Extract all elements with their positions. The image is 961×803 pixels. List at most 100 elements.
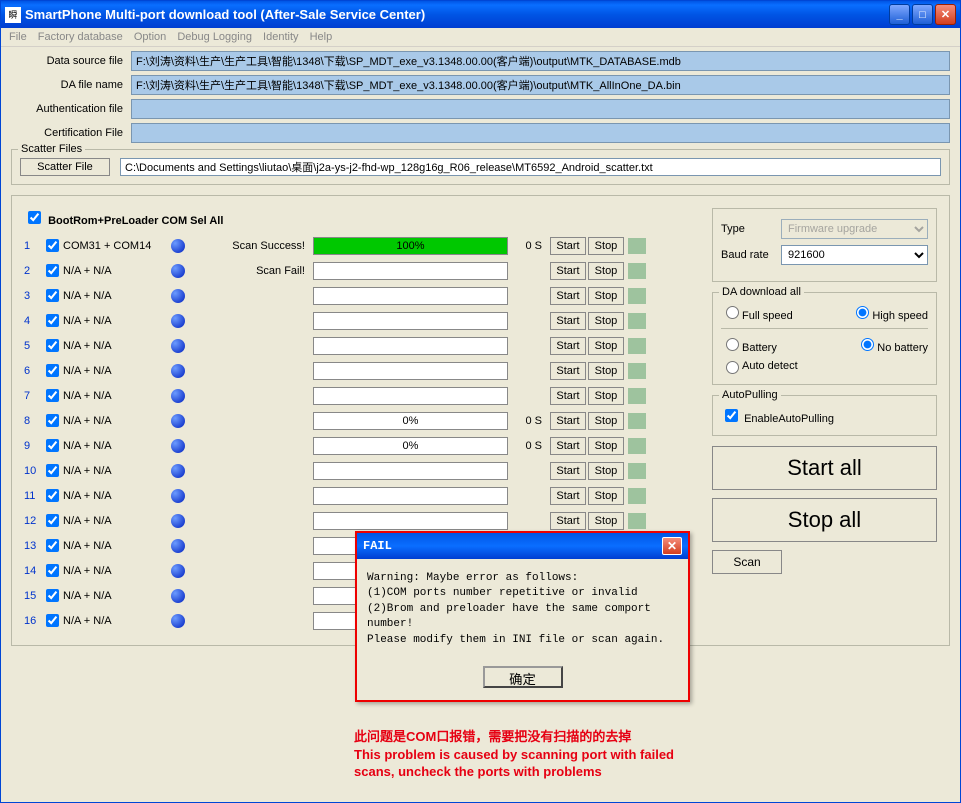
port-start-button[interactable]: Start xyxy=(550,312,586,330)
status-dot-icon xyxy=(171,614,185,628)
port-checkbox[interactable] xyxy=(46,489,59,502)
minimize-button[interactable]: _ xyxy=(889,4,910,25)
port-tail-indicator xyxy=(628,413,646,429)
port-number: 1 xyxy=(24,240,42,252)
no-battery-radio[interactable]: No battery xyxy=(856,335,928,354)
port-start-button[interactable]: Start xyxy=(550,437,586,455)
port-checkbox[interactable] xyxy=(46,289,59,302)
enable-autopulling-checkbox[interactable]: EnableAutoPulling xyxy=(721,413,834,425)
full-speed-radio[interactable]: Full speed xyxy=(721,303,793,322)
auto-detect-radio[interactable]: Auto detect xyxy=(721,358,798,374)
port-start-button[interactable]: Start xyxy=(550,512,586,530)
port-name: N/A + N/A xyxy=(63,465,171,477)
port-start-button[interactable]: Start xyxy=(550,412,586,430)
close-button[interactable]: ✕ xyxy=(935,4,956,25)
da-file-input[interactable] xyxy=(131,75,950,95)
port-start-button[interactable]: Start xyxy=(550,462,586,480)
baud-select[interactable]: 921600 xyxy=(781,245,928,265)
port-checkbox[interactable] xyxy=(46,239,59,252)
menu-option[interactable]: Option xyxy=(134,31,166,43)
port-checkbox[interactable] xyxy=(46,364,59,377)
menu-debug-logging[interactable]: Debug Logging xyxy=(177,31,252,43)
port-stop-button[interactable]: Stop xyxy=(588,387,624,405)
port-stop-button[interactable]: Stop xyxy=(588,312,624,330)
status-dot-icon xyxy=(171,389,185,403)
port-row: 1 COM31 + COM14 Scan Success! 100% 0 S S… xyxy=(24,233,702,258)
port-checkbox[interactable] xyxy=(46,464,59,477)
dialog-line-3: (2)Brom and preloader have the same comp… xyxy=(367,602,678,633)
menu-help[interactable]: Help xyxy=(310,31,333,43)
port-row: 12 N/A + N/A Start Stop xyxy=(24,508,702,533)
port-number: 12 xyxy=(24,515,42,527)
port-stop-button[interactable]: Stop xyxy=(588,487,624,505)
port-stop-button[interactable]: Stop xyxy=(588,462,624,480)
port-stop-button[interactable]: Stop xyxy=(588,412,624,430)
scan-result-label: Scan Fail! xyxy=(215,265,313,277)
port-row: 7 N/A + N/A Start Stop xyxy=(24,383,702,408)
dialog-close-button[interactable]: ✕ xyxy=(662,537,682,555)
port-checkbox[interactable] xyxy=(46,614,59,627)
progress-text: 0% xyxy=(314,438,507,454)
annotation-text: 此问题是COM口报错，需要把没有扫描的的去掉 This problem is c… xyxy=(354,728,674,781)
port-stop-button[interactable]: Stop xyxy=(588,437,624,455)
port-name: N/A + N/A xyxy=(63,590,171,602)
menu-file[interactable]: File xyxy=(9,31,27,43)
port-number: 3 xyxy=(24,290,42,302)
da-download-group: DA download all Full speed High speed Ba… xyxy=(712,292,937,385)
battery-radio[interactable]: Battery xyxy=(721,335,777,354)
port-stop-button[interactable]: Stop xyxy=(588,287,624,305)
port-start-button[interactable]: Start xyxy=(550,287,586,305)
port-name: N/A + N/A xyxy=(63,265,171,277)
port-stop-button[interactable]: Stop xyxy=(588,362,624,380)
port-start-button[interactable]: Start xyxy=(550,362,586,380)
port-start-button[interactable]: Start xyxy=(550,387,586,405)
scatter-file-button[interactable]: Scatter File xyxy=(20,158,110,176)
port-checkbox[interactable] xyxy=(46,389,59,402)
progress-bar: 0% xyxy=(313,412,508,430)
dialog-ok-button[interactable]: 确定 xyxy=(483,666,563,688)
scan-button[interactable]: Scan xyxy=(712,550,782,574)
status-dot-icon xyxy=(171,289,185,303)
scan-result-label: Scan Success! xyxy=(215,240,313,252)
port-name: N/A + N/A xyxy=(63,540,171,552)
progress-text xyxy=(314,388,507,404)
port-start-button[interactable]: Start xyxy=(550,337,586,355)
scatter-file-input[interactable] xyxy=(120,158,941,176)
progress-bar: 0% xyxy=(313,437,508,455)
stop-all-button[interactable]: Stop all xyxy=(712,498,937,542)
port-checkbox[interactable] xyxy=(46,414,59,427)
port-checkbox[interactable] xyxy=(46,539,59,552)
elapsed-time: 0 S xyxy=(508,440,548,452)
port-stop-button[interactable]: Stop xyxy=(588,262,624,280)
port-checkbox[interactable] xyxy=(46,339,59,352)
titlebar: 瞬 SmartPhone Multi-port download tool (A… xyxy=(1,1,960,28)
port-checkbox[interactable] xyxy=(46,314,59,327)
port-stop-button[interactable]: Stop xyxy=(588,237,624,255)
port-start-button[interactable]: Start xyxy=(550,262,586,280)
port-stop-button[interactable]: Stop xyxy=(588,512,624,530)
cert-file-input[interactable] xyxy=(131,123,950,143)
port-start-button[interactable]: Start xyxy=(550,237,586,255)
menu-factory-database[interactable]: Factory database xyxy=(38,31,123,43)
app-icon: 瞬 xyxy=(5,7,21,23)
maximize-button[interactable]: □ xyxy=(912,4,933,25)
menu-identity[interactable]: Identity xyxy=(263,31,298,43)
progress-text: 0% xyxy=(314,413,507,429)
port-checkbox[interactable] xyxy=(46,514,59,527)
port-checkbox[interactable] xyxy=(46,439,59,452)
port-start-button[interactable]: Start xyxy=(550,487,586,505)
progress-text xyxy=(314,488,507,504)
high-speed-radio[interactable]: High speed xyxy=(851,303,928,322)
data-source-input[interactable] xyxy=(131,51,950,71)
port-checkbox[interactable] xyxy=(46,589,59,602)
port-name: COM31 + COM14 xyxy=(63,240,171,252)
auth-file-label: Authentication file xyxy=(11,103,131,115)
auth-file-input[interactable] xyxy=(131,99,950,119)
port-stop-button[interactable]: Stop xyxy=(588,337,624,355)
port-checkbox[interactable] xyxy=(46,264,59,277)
sel-all-checkbox[interactable] xyxy=(28,211,41,224)
port-checkbox[interactable] xyxy=(46,564,59,577)
autopulling-title: AutoPulling xyxy=(719,389,781,401)
start-all-button[interactable]: Start all xyxy=(712,446,937,490)
status-dot-icon xyxy=(171,264,185,278)
